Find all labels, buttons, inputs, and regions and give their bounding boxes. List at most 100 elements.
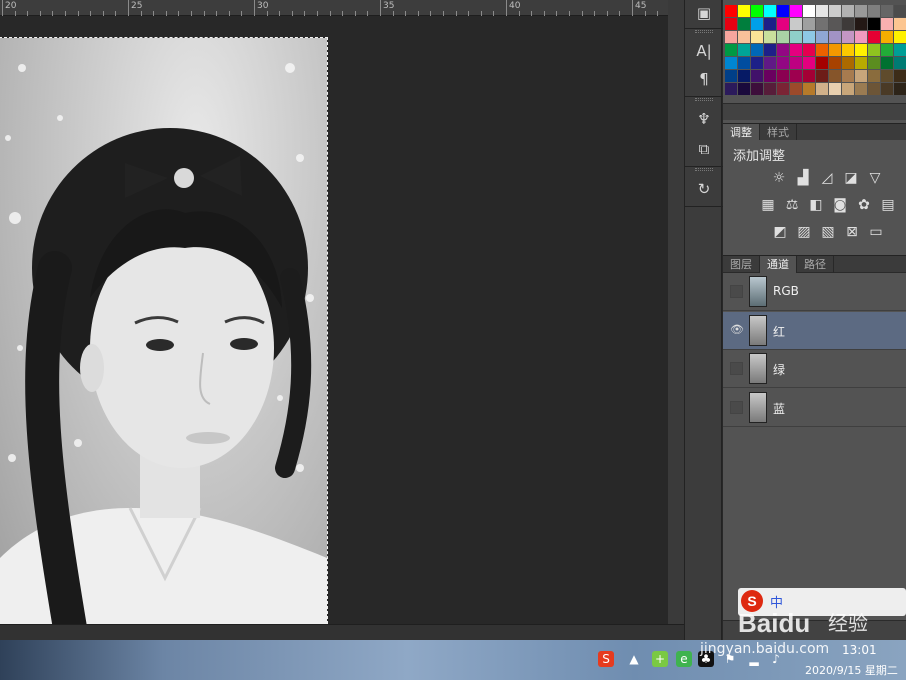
color-swatch[interactable] xyxy=(868,18,880,30)
color-swatch[interactable] xyxy=(881,70,893,82)
color-swatch[interactable] xyxy=(803,31,815,43)
tab-styles[interactable]: 样式 xyxy=(760,124,797,141)
taskbar-clock-time[interactable]: 13:01 xyxy=(842,643,877,657)
color-swatch[interactable] xyxy=(855,83,867,95)
color-swatch[interactable] xyxy=(751,70,763,82)
color-swatch[interactable] xyxy=(816,31,828,43)
color-swatch[interactable] xyxy=(725,18,737,30)
color-swatch[interactable] xyxy=(842,70,854,82)
color-swatch[interactable] xyxy=(803,57,815,69)
show-hidden-icons-icon[interactable]: ▲ xyxy=(626,651,642,667)
color-swatch[interactable] xyxy=(894,5,906,17)
color-swatch[interactable] xyxy=(738,44,750,56)
black-white-icon[interactable]: ◧ xyxy=(808,197,824,213)
color-swatch[interactable] xyxy=(816,44,828,56)
panel-group-grip[interactable] xyxy=(695,98,713,101)
color-balance-icon[interactable]: ⚖ xyxy=(784,197,800,213)
color-swatch[interactable] xyxy=(868,57,880,69)
history-icon[interactable]: ↻ xyxy=(690,176,718,202)
color-swatch[interactable] xyxy=(842,57,854,69)
visibility-toggle[interactable] xyxy=(730,285,743,298)
color-swatch[interactable] xyxy=(725,57,737,69)
color-swatch[interactable] xyxy=(855,70,867,82)
color-swatch[interactable] xyxy=(751,5,763,17)
color-swatch[interactable] xyxy=(842,5,854,17)
canvas-vertical-scrollbar[interactable] xyxy=(668,0,684,640)
color-swatch[interactable] xyxy=(764,18,776,30)
color-swatch[interactable] xyxy=(764,5,776,17)
color-swatch[interactable] xyxy=(829,31,841,43)
color-swatch[interactable] xyxy=(790,57,802,69)
vibrance-icon[interactable]: ▦ xyxy=(760,197,776,213)
color-swatch[interactable] xyxy=(868,5,880,17)
color-swatch[interactable] xyxy=(790,31,802,43)
taskbar-clock-date[interactable]: 2020/9/15 星期二 xyxy=(805,662,898,678)
color-swatch[interactable] xyxy=(816,57,828,69)
color-swatch[interactable] xyxy=(881,83,893,95)
3d-cube-icon[interactable]: ▣ xyxy=(690,0,718,26)
channel-row[interactable]: RGB xyxy=(723,273,906,311)
tab-channels[interactable]: 通道 xyxy=(760,256,797,273)
color-swatch[interactable] xyxy=(725,5,737,17)
color-swatch[interactable] xyxy=(881,57,893,69)
photo-filter-icon[interactable]: ◙ xyxy=(832,197,848,213)
color-swatch[interactable] xyxy=(738,57,750,69)
color-swatch[interactable] xyxy=(842,18,854,30)
color-swatch[interactable] xyxy=(725,44,737,56)
color-swatch[interactable] xyxy=(816,5,828,17)
color-swatch[interactable] xyxy=(790,70,802,82)
color-swatch[interactable] xyxy=(751,44,763,56)
color-swatch[interactable] xyxy=(816,18,828,30)
color-swatch[interactable] xyxy=(790,44,802,56)
color-lookup-icon[interactable]: ▤ xyxy=(880,197,896,213)
color-swatch[interactable] xyxy=(842,44,854,56)
color-swatch[interactable] xyxy=(829,57,841,69)
sogou-ime-icon[interactable]: S xyxy=(598,651,614,667)
color-swatch[interactable] xyxy=(816,70,828,82)
color-swatch[interactable] xyxy=(751,31,763,43)
threshold-icon[interactable]: ▧ xyxy=(820,224,836,240)
color-swatch[interactable] xyxy=(790,18,802,30)
posterize-icon[interactable]: ▨ xyxy=(796,224,812,240)
color-swatch[interactable] xyxy=(803,18,815,30)
color-swatch[interactable] xyxy=(803,70,815,82)
channel-row[interactable]: 蓝 xyxy=(723,389,906,427)
color-swatch[interactable] xyxy=(855,31,867,43)
color-swatch[interactable] xyxy=(855,18,867,30)
color-swatch[interactable] xyxy=(764,57,776,69)
color-swatch[interactable] xyxy=(894,31,906,43)
color-swatch[interactable] xyxy=(868,31,880,43)
color-swatch[interactable] xyxy=(764,44,776,56)
color-swatch[interactable] xyxy=(881,18,893,30)
color-swatch[interactable] xyxy=(894,83,906,95)
selective-color-icon[interactable]: ⊠ xyxy=(844,224,860,240)
color-swatch[interactable] xyxy=(738,18,750,30)
color-swatch[interactable] xyxy=(868,44,880,56)
canvas-area[interactable] xyxy=(0,16,668,629)
levels-icon[interactable]: ▟ xyxy=(795,170,811,186)
color-swatch[interactable] xyxy=(777,5,789,17)
color-swatch[interactable] xyxy=(894,70,906,82)
color-swatch[interactable] xyxy=(855,5,867,17)
color-swatch[interactable] xyxy=(738,31,750,43)
color-swatch[interactable] xyxy=(894,44,906,56)
color-swatch[interactable] xyxy=(764,83,776,95)
color-swatch[interactable] xyxy=(829,44,841,56)
color-swatch[interactable] xyxy=(842,31,854,43)
color-swatch[interactable] xyxy=(868,83,880,95)
color-swatch[interactable] xyxy=(842,83,854,95)
brightness-contrast-icon[interactable]: ☼ xyxy=(771,170,787,186)
color-swatch[interactable] xyxy=(777,18,789,30)
color-swatch[interactable] xyxy=(881,31,893,43)
channel-mixer-icon[interactable]: ✿ xyxy=(856,197,872,213)
tab-layers[interactable]: 图层 xyxy=(723,256,760,273)
brush-presets-icon[interactable]: ♆ xyxy=(690,106,718,132)
color-swatch[interactable] xyxy=(751,18,763,30)
panel-group-grip[interactable] xyxy=(695,30,713,33)
color-swatch[interactable] xyxy=(855,57,867,69)
color-swatch[interactable] xyxy=(829,5,841,17)
color-swatch[interactable] xyxy=(803,83,815,95)
color-swatch[interactable] xyxy=(777,57,789,69)
canvas-horizontal-scrollbar[interactable] xyxy=(0,624,684,640)
panel-group-grip[interactable] xyxy=(695,168,713,171)
